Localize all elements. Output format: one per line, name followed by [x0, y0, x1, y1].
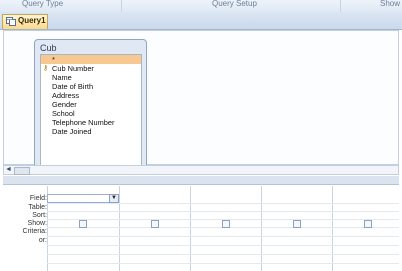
document-tab-bar: Query1 [0, 12, 402, 30]
field-list-item[interactable]: Gender [41, 100, 141, 109]
show-checkbox[interactable] [293, 220, 301, 228]
grid-row-divider [47, 236, 399, 237]
query-icon [6, 17, 16, 26]
scroll-thumb[interactable] [14, 167, 30, 175]
primary-key-icon: ⚷ [43, 65, 49, 72]
ribbon-group-label-query-setup: Query Setup [212, 0, 257, 8]
grid-row-label-sort: Sort: [32, 212, 47, 219]
grid-row-divider [47, 203, 399, 204]
field-list-title: Cub [40, 43, 57, 53]
grid-row-label-show: Show: [27, 220, 47, 227]
scroll-left-icon[interactable]: ◄ [5, 166, 12, 173]
horizontal-scrollbar[interactable]: ◄ [3, 165, 399, 175]
grid-row-divider [47, 263, 399, 264]
show-checkbox[interactable] [151, 220, 159, 228]
field-list-window[interactable]: Cub * ⚷ Cub Number Name Date of Birth Add… [34, 39, 147, 175]
field-cell-active[interactable] [47, 194, 118, 203]
query-design-grid[interactable]: Field: Table: Sort: Show: Criteria: or: … [3, 186, 399, 271]
field-list-item[interactable]: Name [41, 73, 141, 82]
grid-column-divider [332, 186, 333, 271]
grid-row-label-or: or: [38, 237, 47, 244]
grid-row-label-table: Table: [28, 204, 47, 211]
field-list[interactable]: * ⚷ Cub Number Name Date of Birth Address… [40, 54, 142, 166]
chevron-down-icon[interactable]: ▼ [109, 194, 119, 203]
tab-query1[interactable]: Query1 [2, 14, 48, 29]
show-checkbox[interactable] [364, 220, 372, 228]
field-list-item-all[interactable]: * [41, 55, 141, 64]
grid-row-divider [47, 254, 399, 255]
grid-row-label-criteria: Criteria: [22, 228, 47, 235]
field-list-item[interactable]: Address [41, 91, 141, 100]
ribbon-group-label-query-type: Query Type [22, 0, 64, 8]
pane-splitter[interactable] [3, 176, 399, 185]
grid-row-label-field: Field: [29, 195, 47, 202]
tab-label: Query1 [18, 16, 46, 25]
ribbon-group-label-show: Show [380, 0, 401, 8]
field-list-item[interactable]: Telephone Number [41, 118, 141, 127]
grid-row-divider [47, 245, 399, 246]
grid-row-divider [47, 211, 399, 212]
field-list-item[interactable]: ⚷ Cub Number [41, 64, 141, 73]
field-list-item[interactable]: Date Joined [41, 127, 141, 136]
show-checkbox[interactable] [79, 220, 87, 228]
ribbon-separator [340, 0, 341, 12]
show-checkbox[interactable] [222, 220, 230, 228]
field-list-item[interactable]: Date of Birth [41, 82, 141, 91]
field-list-item[interactable]: School [41, 109, 141, 118]
ribbon-separator [121, 0, 122, 12]
grid-column-divider [190, 186, 191, 271]
grid-column-divider [261, 186, 262, 271]
grid-column-divider [119, 186, 120, 271]
